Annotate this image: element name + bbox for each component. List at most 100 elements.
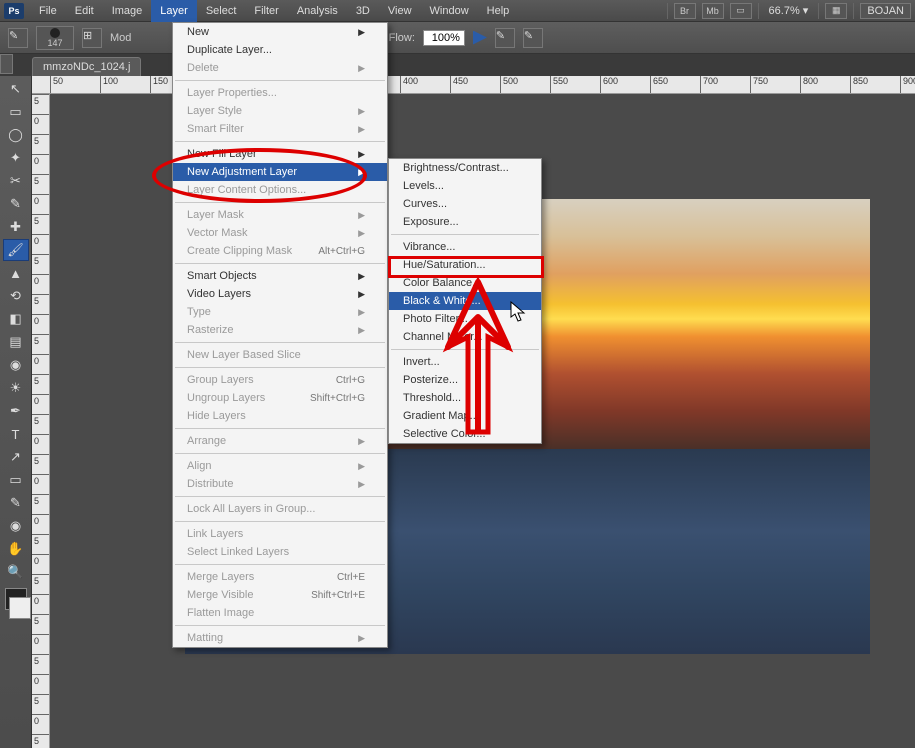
tool-preset-icon[interactable]: ✎ [8, 28, 28, 48]
bridge-icon[interactable]: Br [674, 3, 696, 19]
layer-menu-select-linked-layers: Select Linked Layers [173, 543, 387, 561]
ruler-tick: 100 [100, 76, 118, 94]
layer-menu-arrange: Arrange▶ [173, 432, 387, 450]
menu-analysis[interactable]: Analysis [288, 0, 347, 22]
adj-menu-posterize[interactable]: Posterize... [389, 371, 541, 389]
tool-notes[interactable]: ✎ [3, 492, 29, 514]
tool-stamp[interactable]: ▲ [3, 262, 29, 284]
tool-crop[interactable]: ✂ [3, 170, 29, 192]
layer-menu-new-fill-layer[interactable]: New Fill Layer▶ [173, 145, 387, 163]
layer-menu-vector-mask: Vector Mask▶ [173, 224, 387, 242]
menu-help[interactable]: Help [478, 0, 519, 22]
tool-path[interactable]: ↗ [3, 446, 29, 468]
tool-move[interactable]: ↖ [3, 78, 29, 100]
tablet-size-icon[interactable]: ✎ [523, 28, 543, 48]
adj-menu-invert[interactable]: Invert... [389, 353, 541, 371]
layer-menu-smart-objects[interactable]: Smart Objects▶ [173, 267, 387, 285]
layer-menu-flatten-image: Flatten Image [173, 604, 387, 622]
flow-slider-icon[interactable] [473, 31, 487, 45]
layer-menu-align: Align▶ [173, 457, 387, 475]
tool-dodge[interactable]: ☀ [3, 377, 29, 399]
tool-pen[interactable]: ✒ [3, 400, 29, 422]
brush-panel-icon[interactable]: ⊞ [82, 28, 102, 48]
ruler-tick: 850 [850, 76, 868, 94]
layer-menu-new[interactable]: New▶ [173, 23, 387, 41]
document-tab[interactable]: mmzoNDc_1024.j [32, 57, 141, 76]
layer-menu-video-layers[interactable]: Video Layers▶ [173, 285, 387, 303]
adj-menu-exposure[interactable]: Exposure... [389, 213, 541, 231]
adj-menu-levels[interactable]: Levels... [389, 177, 541, 195]
tool-type[interactable]: T [3, 423, 29, 445]
tool-hand[interactable]: ✋ [3, 538, 29, 560]
tool-wand[interactable]: ✦ [3, 147, 29, 169]
ruler-tick: 0 [32, 394, 50, 406]
ruler-tick: 0 [32, 354, 50, 366]
menu-3d[interactable]: 3D [347, 0, 379, 22]
layer-menu-layer-style: Layer Style▶ [173, 102, 387, 120]
ruler-tick: 5 [32, 734, 50, 746]
tool-zoom[interactable]: 🔍 [3, 561, 29, 583]
view-extras-icon[interactable]: ▦ [825, 3, 847, 19]
adj-menu-gradient-map[interactable]: Gradient Map... [389, 407, 541, 425]
background-swatch[interactable] [9, 597, 31, 619]
ruler-tick: 550 [550, 76, 568, 94]
ruler-tick: 0 [32, 514, 50, 526]
tool-gradient[interactable]: ▤ [3, 331, 29, 353]
ruler-tick: 5 [32, 374, 50, 386]
ruler-tick: 0 [32, 114, 50, 126]
doc-arrange-handle[interactable] [0, 54, 13, 74]
tool-history[interactable]: ⟲ [3, 285, 29, 307]
menu-window[interactable]: Window [421, 0, 478, 22]
layer-menu-new-adjustment-layer[interactable]: New Adjustment Layer▶ [173, 163, 387, 181]
menu-filter[interactable]: Filter [245, 0, 287, 22]
tool-lasso[interactable]: ◯ [3, 124, 29, 146]
adj-menu-channel-mixer[interactable]: Channel Mixer... [389, 328, 541, 346]
ruler-tick: 5 [32, 134, 50, 146]
adj-menu-black-white[interactable]: Black & White... [389, 292, 541, 310]
ruler-tick: 0 [32, 634, 50, 646]
adj-menu-curves[interactable]: Curves... [389, 195, 541, 213]
adj-menu-color-balance[interactable]: Color Balance... [389, 274, 541, 292]
ruler-tick: 5 [32, 454, 50, 466]
tool-eyedrop2[interactable]: ◉ [3, 515, 29, 537]
ruler-tick: 5 [32, 334, 50, 346]
layer-menu-link-layers: Link Layers [173, 525, 387, 543]
ruler-tick: 0 [32, 154, 50, 166]
zoom-level[interactable]: 66.7% ▾ [765, 4, 813, 17]
adj-menu-threshold[interactable]: Threshold... [389, 389, 541, 407]
menu-file[interactable]: File [30, 0, 66, 22]
layer-menu-dropdown: New▶Duplicate Layer...Delete▶Layer Prope… [172, 22, 388, 648]
layer-menu-duplicate-layer[interactable]: Duplicate Layer... [173, 41, 387, 59]
new-adjustment-layer-submenu: Brightness/Contrast...Levels...Curves...… [388, 158, 542, 444]
tool-eraser[interactable]: ◧ [3, 308, 29, 330]
menu-layer[interactable]: Layer [151, 0, 197, 22]
ruler-tick: 900 [900, 76, 915, 94]
ruler-horizontal: 0501001502002503003504004505005506006507… [32, 76, 915, 94]
adj-menu-photo-filter[interactable]: Photo Filter... [389, 310, 541, 328]
menu-view[interactable]: View [379, 0, 421, 22]
adj-menu-vibrance[interactable]: Vibrance... [389, 238, 541, 256]
screen-mode-icon[interactable]: ▭ [730, 3, 752, 19]
adj-menu-brightness-contrast[interactable]: Brightness/Contrast... [389, 159, 541, 177]
tool-marquee[interactable]: ▭ [3, 101, 29, 123]
tool-eyedropper[interactable]: ✎ [3, 193, 29, 215]
tool-brush[interactable]: 🖌 [3, 239, 29, 261]
menu-image[interactable]: Image [103, 0, 152, 22]
workspace-switcher[interactable]: BOJAN [860, 3, 911, 19]
ruler-tick: 0 [32, 474, 50, 486]
ruler-tick: 0 [32, 314, 50, 326]
airbrush-icon[interactable]: ✎ [495, 28, 515, 48]
tool-blur[interactable]: ◉ [3, 354, 29, 376]
flow-field[interactable]: 100% [423, 30, 465, 46]
ruler-tick: 5 [32, 94, 50, 106]
menu-select[interactable]: Select [197, 0, 246, 22]
ruler-tick: 5 [32, 654, 50, 666]
tool-heal[interactable]: ✚ [3, 216, 29, 238]
minibridge-icon[interactable]: Mb [702, 3, 724, 19]
tool-rect[interactable]: ▭ [3, 469, 29, 491]
flow-label: Flow: [389, 32, 415, 44]
adj-menu-hue-saturation[interactable]: Hue/Saturation... [389, 256, 541, 274]
adj-menu-selective-color[interactable]: Selective Color... [389, 425, 541, 443]
menu-edit[interactable]: Edit [66, 0, 103, 22]
brush-preset-picker[interactable]: 147 [36, 26, 74, 50]
